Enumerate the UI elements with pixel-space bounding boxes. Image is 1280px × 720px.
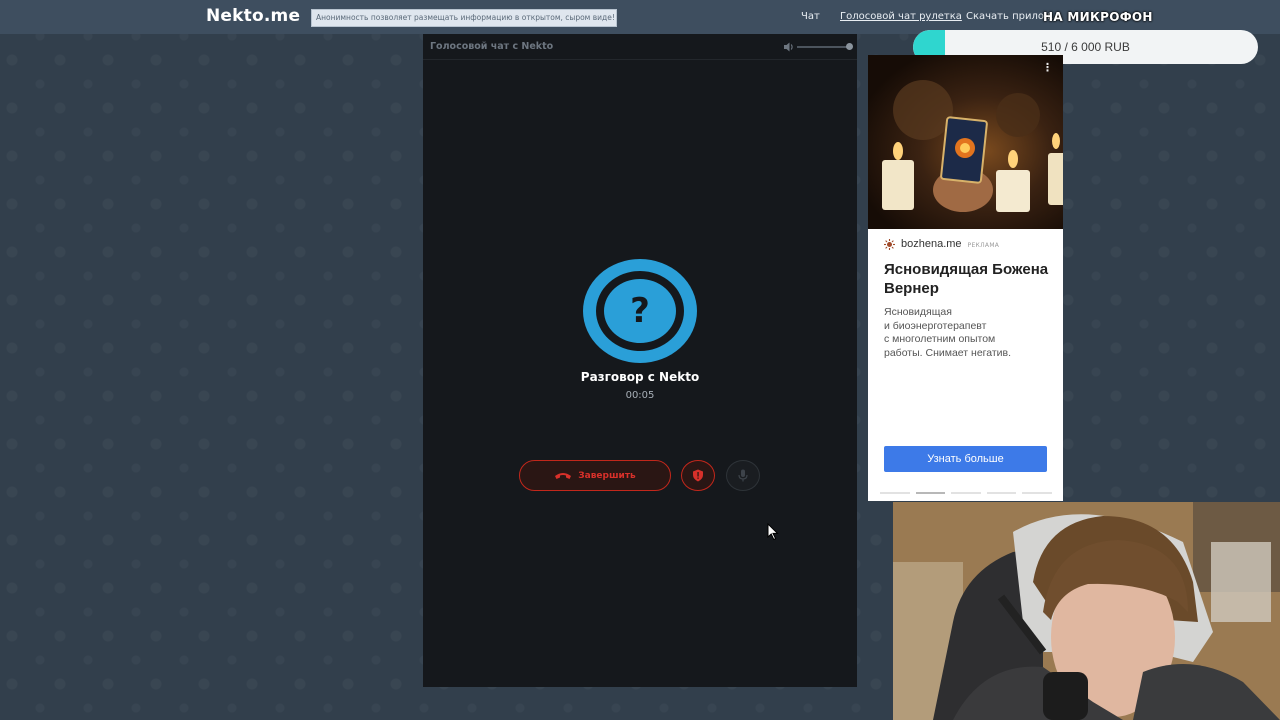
voice-chat-panel: Голосовой чат с Nekto ? Разговор с Nekto… [423, 34, 857, 687]
mouse-cursor-icon [767, 523, 779, 541]
streamer-webcam [893, 502, 1280, 720]
call-timer: 00:05 [625, 390, 655, 401]
anonymity-notice: Анонимность позволяет размещать информац… [311, 9, 617, 27]
ad-title[interactable]: Ясновидящая Божена Вернер [884, 260, 1054, 298]
caller-avatar-ring: ? [596, 271, 684, 351]
sun-logo-icon [884, 238, 895, 250]
report-button[interactable] [681, 460, 715, 491]
ad-carousel-dot-active [915, 492, 946, 494]
ad-description: Ясновидящая и биоэнерготерапевт с многол… [884, 306, 1012, 359]
ad-carousel-dot [1022, 492, 1052, 494]
ad-carousel-dot [986, 492, 1017, 494]
hang-up-phone-icon [555, 472, 572, 479]
webcam-person-image [893, 502, 1280, 720]
caller-avatar: ? [583, 259, 697, 363]
nav-link-download-app[interactable]: Скачать прилож [966, 11, 1053, 22]
ad-image[interactable]: ⋮ [868, 55, 1063, 229]
advertisement[interactable]: ⋮ bozhena.me РЕКЛАМА Ясновидящая Божена … [868, 55, 1063, 501]
site-logo[interactable]: Nekto.me [206, 6, 300, 26]
ad-learn-more-button[interactable]: Узнать больше [884, 446, 1047, 472]
call-partner-name: Разговор с Nekto [580, 370, 700, 384]
end-call-label: Завершить [578, 470, 636, 481]
stream-overlay-title: НА МИКРОФОН [1043, 10, 1153, 24]
microphone-icon [738, 469, 748, 482]
volume-slider-handle[interactable] [846, 43, 853, 50]
chat-header: Голосовой чат с Nekto [423, 34, 857, 60]
ad-carousel-indicator [880, 492, 1052, 495]
ad-carousel-dot [880, 492, 910, 494]
ad-carousel-dot [951, 492, 981, 494]
nav-link-voice-roulette[interactable]: Голосовой чат рулетка [840, 11, 962, 22]
volume-slider-track[interactable] [797, 46, 849, 48]
ad-source-domain[interactable]: bozhena.me [901, 238, 962, 250]
chat-header-title: Голосовой чат с Nekto [430, 41, 554, 52]
mute-microphone-button[interactable] [726, 460, 760, 491]
question-mark-icon: ? [630, 291, 650, 331]
shield-icon [693, 469, 703, 482]
candles-tarot-illustration [882, 80, 1063, 212]
volume-icon[interactable] [783, 41, 795, 53]
ad-source-row: bozhena.me РЕКЛАМА [884, 238, 999, 250]
nav-link-chat[interactable]: Чат [801, 11, 820, 22]
ad-label: РЕКЛАМА [967, 241, 1000, 249]
ad-menu-icon[interactable]: ⋮ [1042, 61, 1053, 74]
end-call-button[interactable]: Завершить [519, 460, 671, 491]
